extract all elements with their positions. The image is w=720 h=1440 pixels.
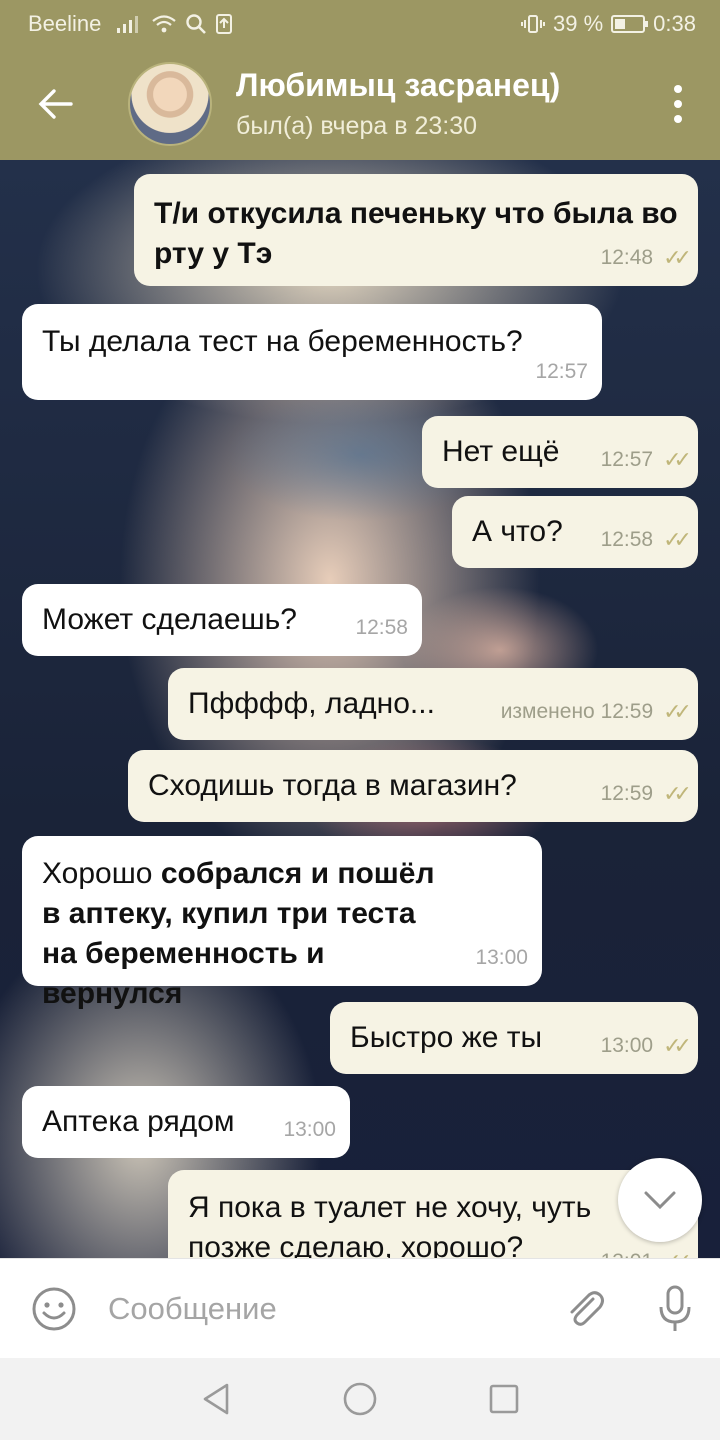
more-options-button[interactable] — [650, 48, 706, 160]
message-time: 13:00 — [600, 1034, 654, 1057]
scroll-to-bottom-button[interactable] — [618, 1158, 702, 1242]
back-arrow-icon — [38, 89, 73, 119]
message-bubble-incoming[interactable]: Может сделаешь? 12:58 — [22, 584, 422, 656]
read-checkmarks-icon: ✓✓ — [663, 527, 692, 552]
status-bar: Beeline 39 % 0:38 — [0, 0, 720, 48]
wifi-icon — [152, 15, 177, 33]
message-text: Сходишь тогда в магазин? — [148, 769, 517, 802]
chevron-down-icon — [644, 1191, 676, 1210]
message-meta: 12:48 ✓✓ — [600, 238, 692, 278]
message-time: 12:48 — [600, 246, 654, 269]
emoji-button[interactable] — [0, 1286, 108, 1332]
message-time: 13:00 — [283, 1118, 336, 1141]
read-checkmarks-icon: ✓✓ — [663, 447, 692, 472]
message-bubble-outgoing[interactable]: Быстро же ты 13:00 ✓✓ — [330, 1002, 698, 1074]
message-input[interactable] — [108, 1278, 540, 1339]
message-text: Я пока в туалет не хочу, чуть позже сдел… — [188, 1191, 592, 1258]
message-bubble-incoming[interactable]: Хорошо собрался и пошёл в аптеку, купил … — [22, 836, 542, 1010]
message-list: Т/и откусила печеньку что была во рту у … — [0, 160, 720, 1258]
chat-title-area[interactable]: Любимыц засранец) был(а) вчера в 23:30 — [236, 67, 650, 141]
message-bubble-incoming[interactable]: Аптека рядом 13:00 — [22, 1086, 350, 1158]
read-checkmarks-icon: ✓✓ — [663, 1242, 692, 1258]
microphone-icon — [659, 1285, 691, 1331]
search-icon — [186, 14, 207, 34]
vibrate-icon — [521, 15, 546, 33]
more-vertical-icon — [674, 85, 682, 93]
upload-icon — [216, 14, 233, 34]
battery-icon — [611, 15, 649, 33]
message-time: 13:01 — [601, 1242, 654, 1258]
message-bubble-incoming[interactable]: Ты делала тест на беременность? 12:57 — [22, 304, 602, 400]
message-bubble-outgoing[interactable]: Я пока в туалет не хочу, чуть позже сдел… — [168, 1170, 698, 1258]
voice-message-button[interactable] — [630, 1284, 720, 1334]
clock: 0:38 — [653, 11, 696, 36]
read-checkmarks-icon: ✓✓ — [663, 699, 692, 724]
message-text: Хорошо собрался и пошёл в аптеку, купил … — [42, 854, 442, 1014]
message-time: изменено 12:59 — [500, 700, 654, 723]
message-time: 12:58 — [600, 528, 654, 551]
message-time: 13:00 — [475, 946, 528, 969]
nav-recents-icon[interactable] — [488, 1383, 520, 1415]
message-time: 12:57 — [600, 448, 654, 471]
message-time: 12:57 — [535, 360, 588, 383]
signal-icon — [117, 16, 139, 33]
nav-home-icon[interactable] — [342, 1381, 378, 1417]
avatar[interactable] — [128, 62, 212, 146]
chat-header: Любимыц засранец) был(а) вчера в 23:30 — [0, 48, 720, 160]
message-meta: изменено 12:59 ✓✓ — [500, 692, 692, 732]
message-meta: 13:01 ✓✓ — [601, 1242, 692, 1258]
message-text: Ты делала тест на беременность? — [42, 325, 523, 358]
message-meta: 13:00 — [283, 1110, 336, 1150]
message-meta: 12:59 ✓✓ — [600, 774, 692, 814]
message-bubble-outgoing[interactable]: Пфффф, ладно... изменено 12:59 ✓✓ — [168, 668, 698, 740]
read-checkmarks-icon: ✓✓ — [663, 781, 692, 806]
message-bubble-outgoing[interactable]: Т/и откусила печеньку что была во рту у … — [134, 174, 698, 286]
message-bubble-outgoing[interactable]: Нет ещё 12:57 ✓✓ — [422, 416, 698, 488]
system-navigation-bar — [0, 1358, 720, 1440]
message-text-plain: Хорошо — [42, 857, 153, 890]
message-meta: 12:58 ✓✓ — [600, 520, 692, 560]
message-meta: 12:58 — [355, 608, 408, 648]
read-checkmarks-icon: ✓✓ — [663, 245, 692, 270]
message-meta: 13:00 ✓✓ — [600, 1026, 692, 1066]
carrier-name: Beeline — [28, 11, 102, 36]
more-vertical-dot — [674, 115, 682, 123]
back-button[interactable] — [0, 48, 110, 160]
chat-area[interactable]: Т/и откусила печеньку что была во рту у … — [0, 160, 720, 1258]
read-checkmarks-icon: ✓✓ — [663, 1033, 692, 1058]
message-bubble-outgoing[interactable]: А что? 12:58 ✓✓ — [452, 496, 698, 568]
message-meta: 12:57 ✓✓ — [600, 440, 692, 480]
message-time: 12:58 — [355, 616, 408, 639]
message-bubble-outgoing[interactable]: Сходишь тогда в магазин? 12:59 ✓✓ — [128, 750, 698, 822]
message-meta: 12:57 — [535, 352, 588, 392]
attach-button[interactable] — [540, 1287, 630, 1331]
message-text: Может сделаешь? — [42, 603, 297, 636]
emoji-icon — [32, 1287, 76, 1330]
message-text: Т/и откусила печеньку что была во рту у … — [154, 197, 678, 270]
paperclip-icon — [570, 1290, 604, 1326]
battery-percent: 39 % — [553, 11, 604, 36]
message-meta: 13:00 — [475, 938, 528, 978]
message-composer — [0, 1258, 720, 1358]
last-seen-status: был(а) вчера в 23:30 — [236, 112, 478, 140]
more-vertical-dot — [674, 100, 682, 108]
nav-back-icon[interactable] — [200, 1382, 232, 1416]
message-time: 12:59 — [600, 782, 654, 805]
contact-name: Любимыц засранец) — [236, 67, 561, 103]
